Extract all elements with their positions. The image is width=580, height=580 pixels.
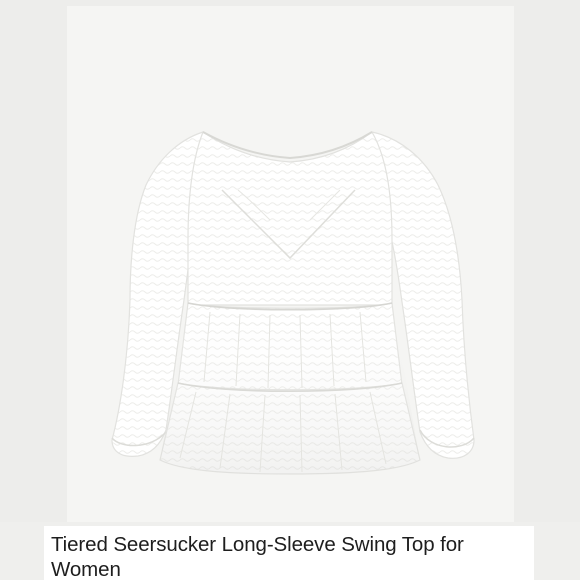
listing-card: Tiered Seersucker Long-Sleeve Swing Top …	[0, 0, 580, 580]
product-photo-area[interactable]	[0, 0, 580, 522]
product-title-box[interactable]: Tiered Seersucker Long-Sleeve Swing Top …	[44, 526, 534, 580]
blouse-illustration	[111, 131, 475, 475]
product-title[interactable]: Tiered Seersucker Long-Sleeve Swing Top …	[51, 532, 534, 580]
